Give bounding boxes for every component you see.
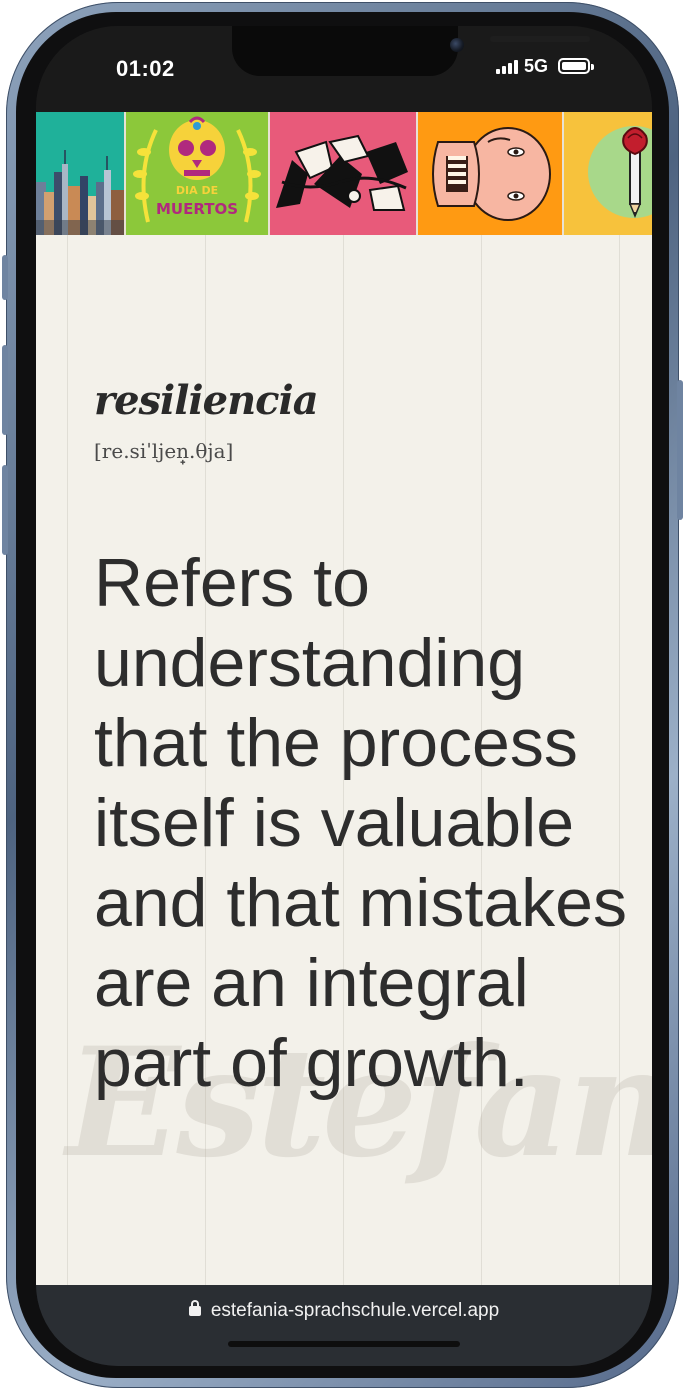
battery-icon [558, 58, 594, 74]
city-skyline-image[interactable] [36, 112, 126, 235]
dia-de-muertos-image[interactable]: DIA DE MUERTOS [126, 112, 270, 235]
power-button [677, 380, 683, 520]
lock-icon [188, 1300, 201, 1316]
network-type: 5G [524, 56, 549, 76]
guernica-image[interactable] [270, 112, 418, 235]
definition-text: Refers to understanding that the process… [94, 545, 627, 1101]
speaker-grille [490, 36, 590, 42]
rose-pencil-image[interactable] [564, 112, 652, 235]
signal-icon [496, 60, 518, 74]
dia-de-muertos-text-2: MUERTOS [155, 200, 239, 218]
front-camera [450, 38, 464, 52]
vocabulary-word: resiliencia [94, 377, 319, 424]
notch [232, 26, 590, 76]
pronunciation: [re.siˈljen̟.θja] [94, 439, 234, 463]
dali-face-illustration [432, 127, 551, 221]
silent-switch [2, 255, 8, 300]
dia-de-muertos-text-1: DIA DE [175, 184, 219, 197]
url-text: estefania-sprachschule.vercel.app [210, 1300, 500, 1321]
home-indicator[interactable] [228, 1341, 460, 1347]
vocabulary-card: Estefanía resiliencia [re.siˈljen̟.θja] … [36, 235, 652, 1285]
city-skyline-illustration [36, 150, 124, 235]
rose-pencil-illustration [588, 126, 652, 218]
browser-address-bar[interactable]: estefania-sprachschule.vercel.app [36, 1285, 652, 1366]
status-time: 01:02 [116, 56, 175, 81]
guernica-illustration [270, 134, 416, 214]
phone-screen: 01:02 5G DIA DE MUERTOS Estefa resilienc… [36, 26, 652, 1366]
volume-down-button [2, 465, 8, 555]
address-display[interactable]: estefania-sprachschule.vercel.app [36, 1300, 652, 1322]
volume-up-button [2, 345, 8, 435]
image-banner: DIA DE MUERTOS [36, 112, 652, 235]
dali-face-image[interactable] [418, 112, 564, 235]
status-bar: 01:02 5G [36, 26, 652, 112]
